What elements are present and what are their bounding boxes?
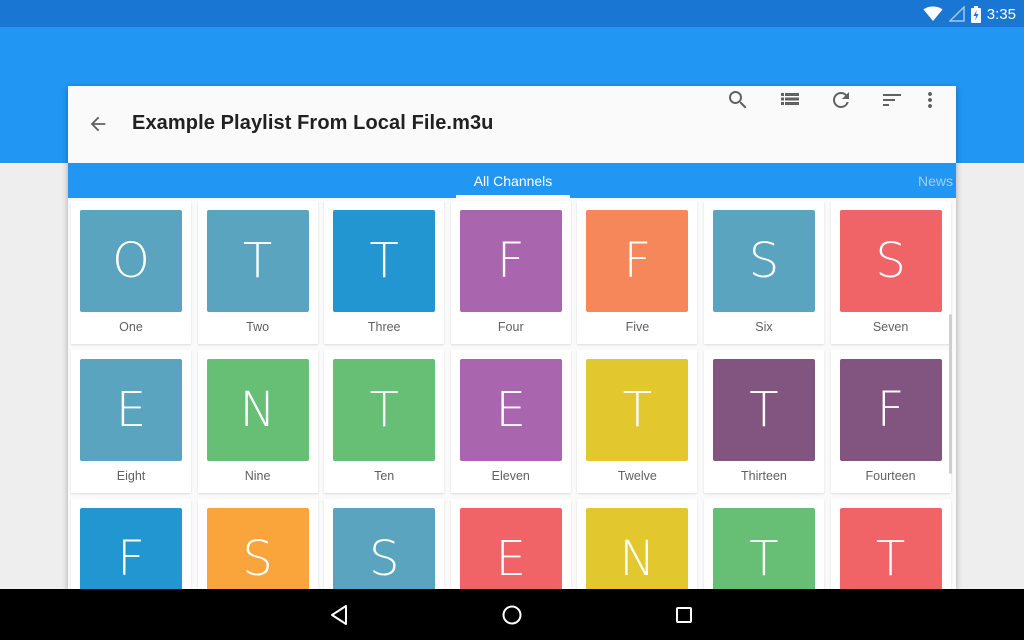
channel-name: Two	[246, 320, 270, 334]
clock: 3:35	[986, 5, 1016, 23]
channel-card[interactable]: E Eleven	[450, 350, 571, 493]
channel-logo-tile: S	[839, 210, 942, 312]
page-title: Example Playlist From Local File.m3u	[132, 112, 494, 134]
channel-logo-tile: F	[459, 210, 562, 312]
tab-label: All Channels	[473, 173, 553, 189]
back-button[interactable]	[84, 110, 112, 138]
channel-name: Eight	[116, 469, 146, 483]
channel-name: Five	[625, 320, 650, 334]
channel-name: Seven	[872, 320, 909, 334]
more-vert-icon	[928, 92, 932, 108]
channel-card[interactable]: F Four	[450, 201, 571, 344]
wifi-icon	[923, 6, 943, 22]
channel-card[interactable]: S	[324, 499, 445, 589]
channel-logo-tile: F	[839, 359, 942, 461]
tab-news[interactable]: News	[918, 163, 953, 198]
status-icons: 3:35	[923, 4, 1016, 24]
nav-home-button[interactable]	[496, 599, 528, 631]
channel-logo-tile: T	[206, 210, 309, 312]
channel-card[interactable]: T	[830, 499, 951, 589]
channel-logo-tile: T	[839, 508, 942, 589]
channel-card[interactable]: E	[450, 499, 571, 589]
channel-logo-tile: T	[586, 359, 689, 461]
nav-back-icon	[331, 605, 347, 625]
channel-card[interactable]: T Ten	[324, 350, 445, 493]
channel-name: Nine	[244, 469, 271, 483]
channel-card[interactable]: F	[71, 499, 191, 589]
channel-card[interactable]: S Seven	[830, 201, 951, 344]
status-bar: 3:35	[0, 0, 1024, 27]
scrollbar[interactable]	[949, 314, 952, 474]
channel-logo-tile: E	[80, 359, 182, 461]
channel-name: Thirteen	[741, 469, 787, 483]
channel-logo-tile: F	[586, 210, 689, 312]
channel-logo-tile: E	[459, 508, 562, 589]
channel-grid: O One T Two T Three F Four F Five S Six S Seven E Eight…	[68, 198, 956, 589]
channel-name: Twelve	[617, 469, 657, 483]
channel-card[interactable]: T Thirteen	[703, 350, 824, 493]
channel-logo-tile: T	[333, 210, 436, 312]
list-view-button[interactable]	[776, 86, 804, 114]
channel-logo-tile: O	[80, 210, 182, 312]
channel-name: Ten	[374, 469, 395, 483]
search-icon	[729, 91, 747, 109]
channel-card[interactable]: S	[197, 499, 318, 589]
tab-all-channels[interactable]: All Channels	[456, 163, 570, 198]
channel-card[interactable]: O One	[71, 201, 191, 344]
battery-charging-icon	[970, 5, 981, 23]
channel-logo-tile: S	[206, 508, 309, 589]
channel-card[interactable]: T Two	[197, 201, 318, 344]
channel-card[interactable]: F Five	[577, 201, 698, 344]
refresh-icon	[833, 92, 849, 108]
nav-home-icon	[502, 605, 522, 625]
signal-icon	[948, 6, 965, 22]
channel-card[interactable]: T Three	[324, 201, 445, 344]
channel-logo-tile: N	[206, 359, 309, 461]
channel-name: Six	[755, 320, 773, 334]
tab-bar: All Channels News	[68, 163, 956, 198]
channel-name: One	[119, 320, 143, 334]
view-list-icon	[781, 93, 799, 105]
sort-icon	[883, 94, 901, 106]
channel-name: Eleven	[491, 469, 530, 483]
channel-card[interactable]: N Nine	[197, 350, 318, 493]
channel-card[interactable]: T	[703, 499, 824, 589]
playlist-dialog: Example Playlist From Local File.m3u All…	[68, 86, 956, 589]
channel-card[interactable]: N	[577, 499, 698, 589]
channel-logo-tile: E	[459, 359, 562, 461]
nav-back-button[interactable]	[323, 599, 355, 631]
channel-logo-tile: T	[712, 359, 815, 461]
channel-logo-tile: F	[80, 508, 182, 589]
tab-label: News	[918, 173, 954, 189]
channel-grid-inner: O One T Two T Three F Four F Five S Six S Seven E Eight…	[71, 201, 951, 589]
navigation-bar	[0, 589, 1024, 640]
channel-logo-tile: T	[712, 508, 815, 589]
refresh-button[interactable]	[827, 86, 855, 114]
channel-card[interactable]: E Eight	[71, 350, 191, 493]
channel-card[interactable]: T Twelve	[577, 350, 698, 493]
channel-name: Three	[367, 320, 401, 334]
arrow-back-icon	[90, 116, 106, 132]
nav-recents-button[interactable]	[668, 599, 700, 631]
toolbar: Example Playlist From Local File.m3u	[68, 86, 956, 163]
channel-name: Fourteen	[865, 469, 916, 483]
channel-logo-tile: T	[333, 359, 436, 461]
channel-name: Four	[497, 320, 524, 334]
more-options-button[interactable]	[916, 86, 944, 114]
channel-logo-tile: S	[333, 508, 436, 589]
sort-button[interactable]	[878, 86, 906, 114]
channel-logo-tile: S	[712, 210, 815, 312]
channel-card[interactable]: F Fourteen	[830, 350, 951, 493]
nav-recents-icon	[676, 607, 692, 623]
channel-card[interactable]: S Six	[703, 201, 824, 344]
search-button[interactable]	[724, 86, 752, 114]
channel-logo-tile: N	[586, 508, 689, 589]
